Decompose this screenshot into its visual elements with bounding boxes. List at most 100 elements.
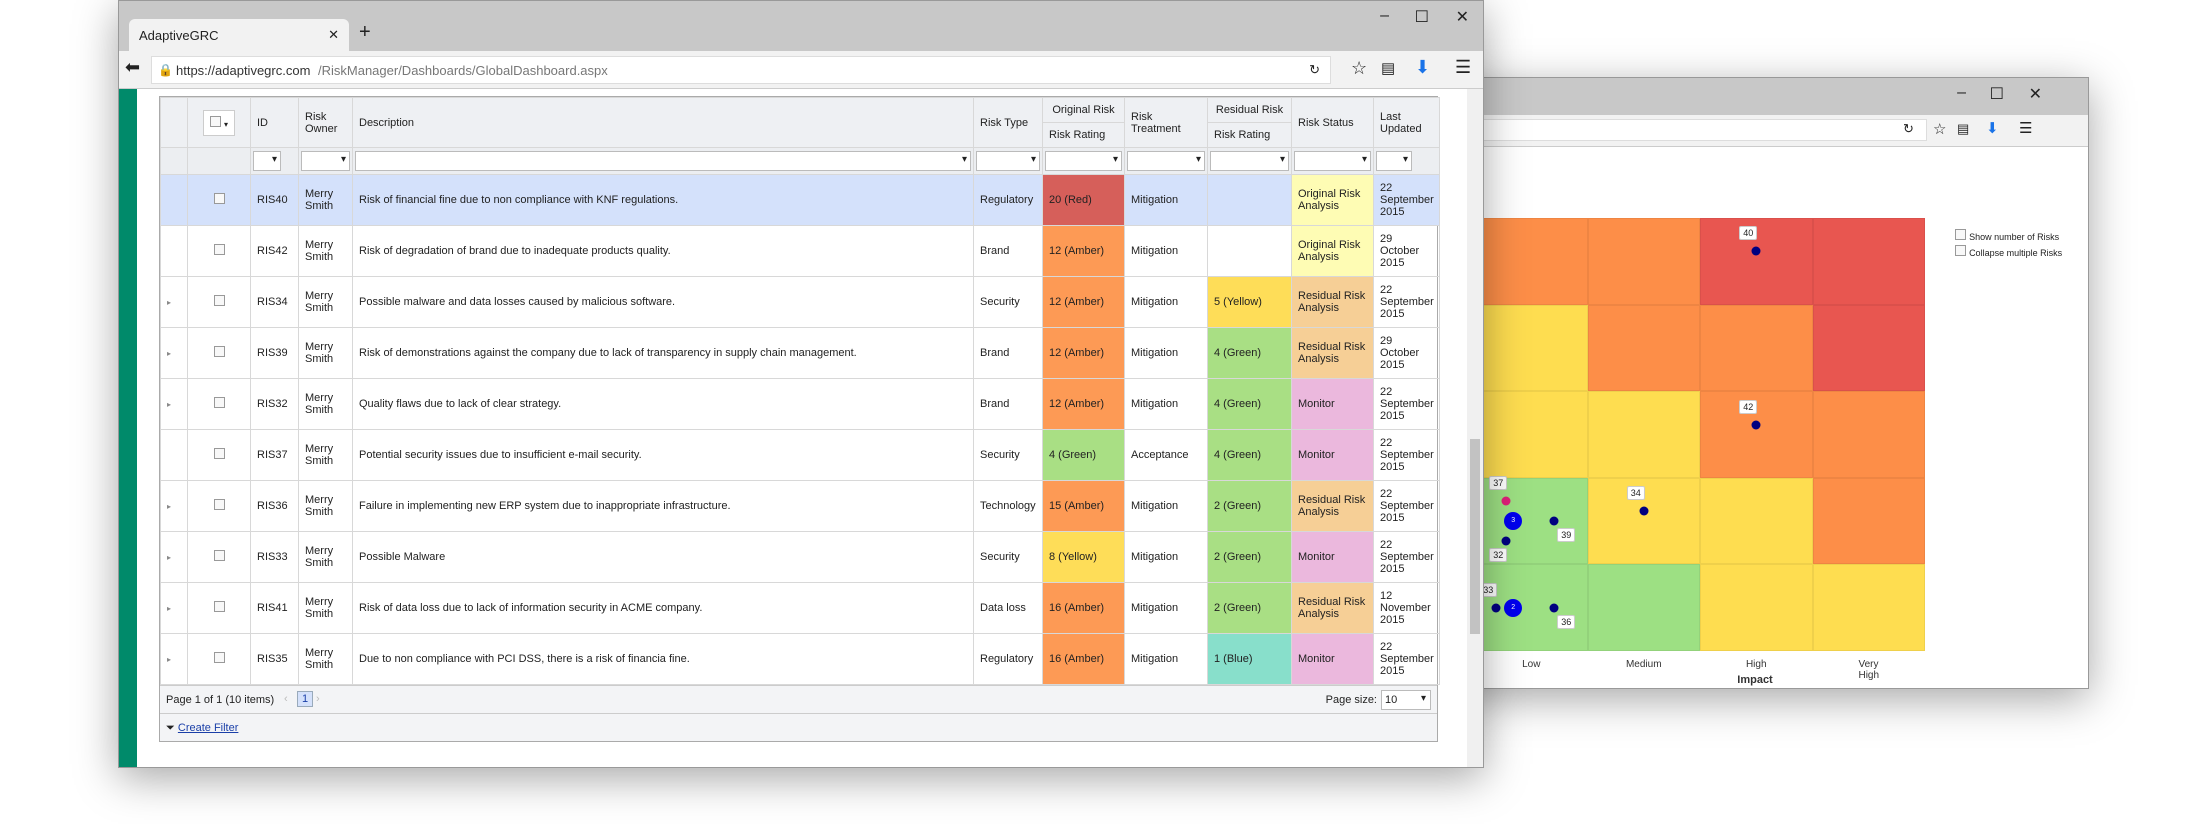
- row-checkbox[interactable]: [213, 652, 225, 663]
- expand-cell[interactable]: ▸: [160, 582, 188, 634]
- menu-icon[interactable]: ☰: [2019, 119, 2032, 137]
- scrollbar[interactable]: [1467, 89, 1483, 767]
- star-icon[interactable]: ☆: [1351, 58, 1367, 79]
- expand-cell[interactable]: ▸: [160, 480, 188, 532]
- risk-marker[interactable]: [1549, 516, 1559, 526]
- close-icon[interactable]: ✕: [1456, 7, 1469, 27]
- expand-icon[interactable]: ▸: [167, 400, 171, 409]
- expand-cell[interactable]: ▸: [160, 276, 188, 328]
- header-owner[interactable]: Risk Owner: [298, 97, 353, 148]
- header-status[interactable]: Risk Status: [1291, 97, 1374, 148]
- option-collapse-multiple[interactable]: Collapse multiple Risks: [1955, 245, 2062, 259]
- maximize-icon[interactable]: ☐: [1990, 84, 2004, 104]
- table-row[interactable]: RIS42 Merry Smith Risk of degradation of b…: [160, 225, 1440, 277]
- expand-cell[interactable]: ▸: [160, 327, 188, 379]
- risk-marker[interactable]: [1751, 420, 1761, 429]
- close-icon[interactable]: ✕: [2029, 84, 2042, 104]
- back-icon[interactable]: ⬅: [125, 57, 140, 78]
- chevron-down-icon[interactable]: ▾: [224, 120, 228, 129]
- filter-id[interactable]: [253, 151, 281, 171]
- row-checkbox[interactable]: [213, 550, 225, 561]
- select-cell[interactable]: [187, 225, 251, 277]
- prev-page-icon[interactable]: ‹: [284, 693, 288, 705]
- filter-residual-rating[interactable]: [1210, 151, 1289, 171]
- filter-description[interactable]: [355, 151, 971, 171]
- table-row[interactable]: ▸ RIS39 Merry Smith Risk of demonstrations …: [160, 327, 1440, 379]
- risk-marker[interactable]: [1491, 603, 1501, 613]
- row-checkbox[interactable]: [213, 601, 225, 612]
- minimize-icon[interactable]: –: [1380, 7, 1389, 25]
- next-page-icon[interactable]: ›: [316, 693, 320, 705]
- filter-type[interactable]: [976, 151, 1040, 171]
- header-updated[interactable]: Last Updated: [1373, 97, 1440, 148]
- header-id[interactable]: ID: [250, 97, 299, 148]
- tab-close-icon[interactable]: ✕: [328, 27, 339, 43]
- maximize-icon[interactable]: ☐: [1415, 7, 1429, 27]
- risk-marker[interactable]: [1639, 506, 1649, 516]
- risk-marker[interactable]: [1501, 536, 1511, 546]
- checkbox[interactable]: [1955, 229, 1966, 240]
- expand-cell[interactable]: ▸: [160, 633, 188, 685]
- tab-adaptivegrc[interactable]: AdaptiveGRC ✕: [129, 19, 349, 51]
- table-row[interactable]: ▸ RIS41 Merry Smith Risk of data loss due t…: [160, 582, 1440, 634]
- option-show-number[interactable]: Show number of Risks: [1955, 229, 2059, 243]
- risk-marker[interactable]: [1501, 496, 1511, 506]
- row-checkbox[interactable]: [213, 244, 225, 255]
- risk-marker[interactable]: [1751, 246, 1761, 256]
- expand-icon[interactable]: ▸: [167, 553, 171, 562]
- scrollbar-thumb[interactable]: [1470, 439, 1480, 634]
- select-cell[interactable]: [187, 327, 251, 379]
- table-row[interactable]: ▸ RIS32 Merry Smith Quality flaws due to la…: [160, 378, 1440, 430]
- table-row[interactable]: RIS37 Merry Smith Potential security issue…: [160, 429, 1440, 481]
- download-icon[interactable]: ⬇: [1415, 57, 1430, 78]
- table-row[interactable]: ▸ RIS34 Merry Smith Possible malware and da…: [160, 276, 1440, 328]
- create-filter-link[interactable]: Create Filter: [178, 722, 239, 734]
- reload-icon[interactable]: ↻: [1309, 62, 1320, 78]
- header-residual-rating[interactable]: Risk Rating: [1207, 122, 1292, 148]
- table-row[interactable]: ▸ RIS36 Merry Smith Failure in implementing…: [160, 480, 1440, 532]
- select-cell[interactable]: [187, 531, 251, 583]
- page-1-button[interactable]: 1: [297, 691, 314, 707]
- filter-status[interactable]: [1294, 151, 1371, 171]
- checkbox[interactable]: [1955, 245, 1966, 256]
- url-input[interactable]: [1441, 119, 1927, 141]
- url-input[interactable]: 🔒 https://adaptivegrc.com/RiskManager/Da…: [151, 56, 1331, 84]
- expand-icon[interactable]: ▸: [167, 655, 171, 664]
- clipboard-icon[interactable]: ▤: [1381, 59, 1395, 77]
- row-checkbox[interactable]: [213, 193, 225, 204]
- row-checkbox[interactable]: [213, 397, 225, 408]
- header-original-rating[interactable]: Risk Rating: [1042, 122, 1125, 148]
- expand-icon[interactable]: ▸: [167, 604, 171, 613]
- header-description[interactable]: Description: [352, 97, 974, 148]
- minimize-icon[interactable]: –: [1957, 84, 1966, 102]
- select-all[interactable]: ▾: [187, 97, 251, 148]
- select-cell[interactable]: [187, 582, 251, 634]
- filter-original-rating[interactable]: [1045, 151, 1122, 171]
- table-row[interactable]: RIS40 Merry Smith Risk of financial fine d…: [160, 174, 1440, 226]
- filter-owner[interactable]: [301, 151, 350, 171]
- select-cell[interactable]: [187, 276, 251, 328]
- expand-icon[interactable]: ▸: [167, 502, 171, 511]
- checkbox[interactable]: [209, 115, 221, 127]
- page-size-select[interactable]: 10 ▾: [1381, 690, 1431, 710]
- reload-icon[interactable]: ↻: [1903, 121, 1914, 137]
- row-checkbox[interactable]: [213, 295, 225, 306]
- row-checkbox[interactable]: [213, 346, 225, 357]
- table-row[interactable]: ▸ RIS33 Merry Smith Possible Malware Securit…: [160, 531, 1440, 583]
- select-cell[interactable]: [187, 480, 251, 532]
- menu-icon[interactable]: ☰: [1455, 57, 1471, 78]
- select-cell[interactable]: [187, 429, 251, 481]
- new-tab-icon[interactable]: +: [359, 21, 371, 44]
- table-row[interactable]: ▸ RIS35 Merry Smith Due to non compliance w…: [160, 633, 1440, 685]
- select-cell[interactable]: [187, 633, 251, 685]
- header-type[interactable]: Risk Type: [973, 97, 1043, 148]
- risk-marker[interactable]: 3: [1504, 512, 1523, 531]
- filter-updated[interactable]: [1376, 151, 1412, 171]
- expand-cell[interactable]: ▸: [160, 378, 188, 430]
- risk-marker[interactable]: 2: [1504, 598, 1523, 617]
- filter-treatment[interactable]: [1127, 151, 1205, 171]
- row-checkbox[interactable]: [213, 499, 225, 510]
- row-checkbox[interactable]: [213, 448, 225, 459]
- download-icon[interactable]: ⬇: [1986, 119, 1999, 137]
- select-cell[interactable]: [187, 174, 251, 226]
